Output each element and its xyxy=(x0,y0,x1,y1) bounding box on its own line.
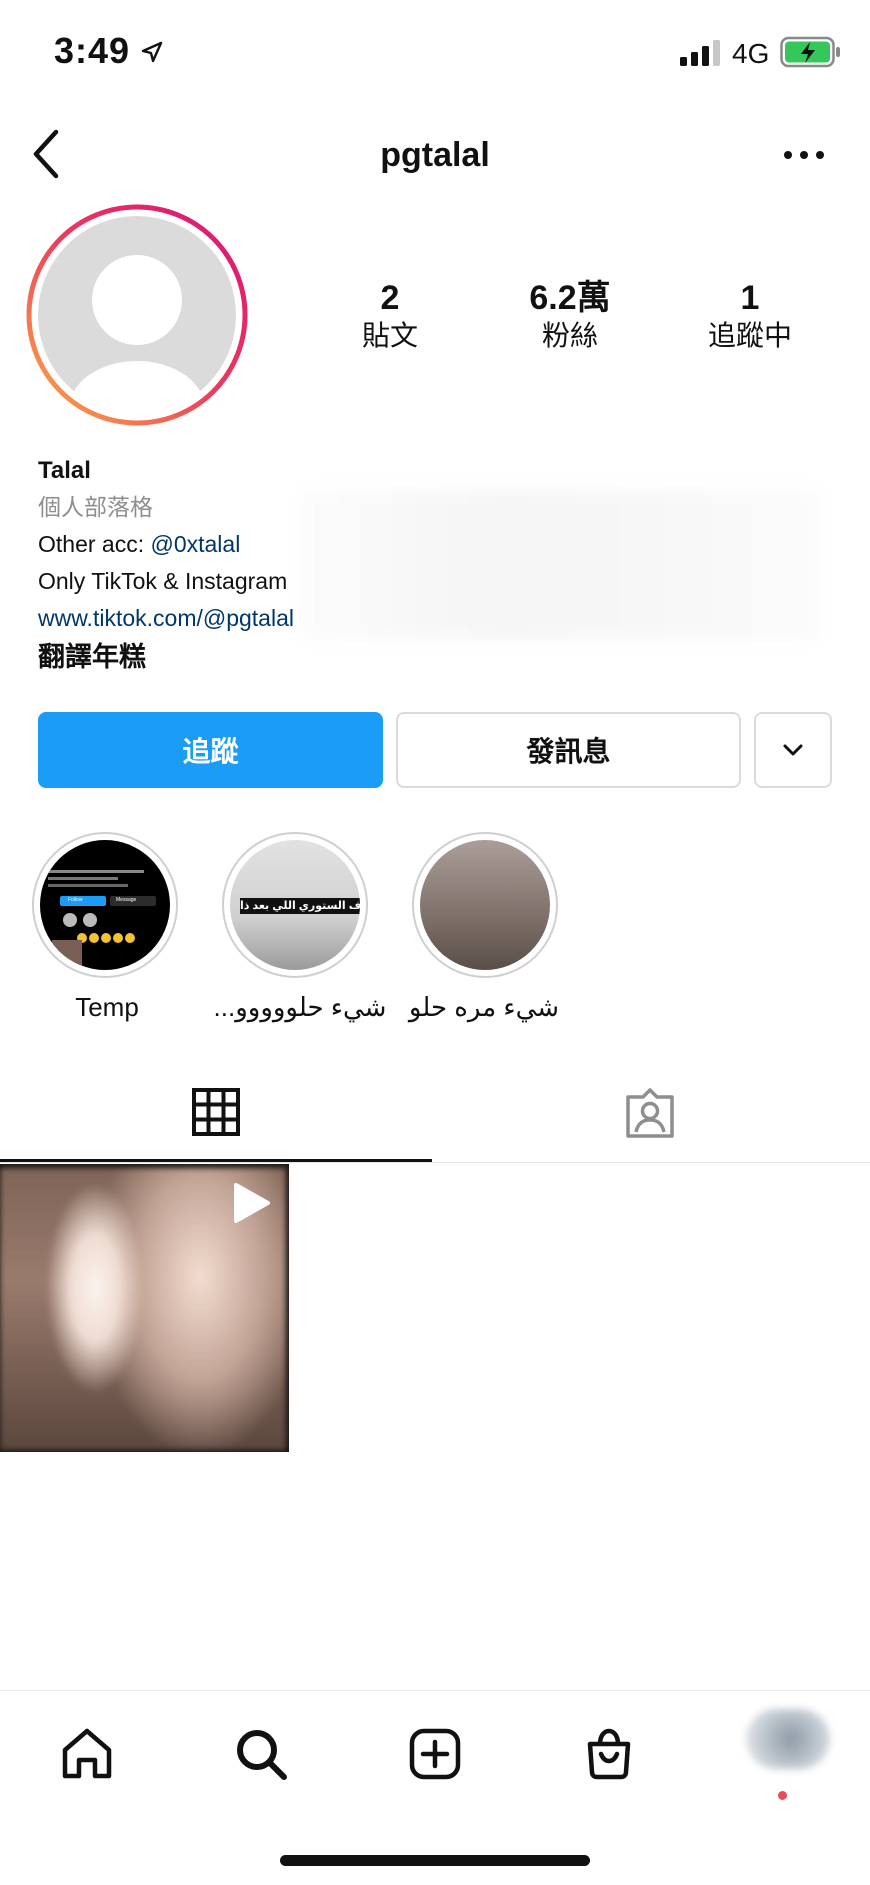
highlight-cover xyxy=(420,840,550,970)
tab-create[interactable] xyxy=(400,1719,470,1789)
signal-icon xyxy=(680,40,720,66)
notification-dot xyxy=(778,1791,787,1800)
highlight-cover: وف الستوري اللي بعد ذا xyxy=(230,840,360,970)
highlight-ring: Follow Message xyxy=(32,832,178,978)
stat-label: 粉絲 xyxy=(541,320,598,351)
tab-profile-avatar[interactable] xyxy=(746,1709,830,1769)
mention-link[interactable]: @0xtalal xyxy=(150,531,240,557)
tab-home[interactable] xyxy=(52,1719,122,1789)
tab-tagged[interactable] xyxy=(434,1064,866,1162)
home-indicator xyxy=(280,1855,590,1866)
status-bar: 3:49 4G xyxy=(0,0,870,110)
grid-icon xyxy=(192,1087,240,1136)
stat-value: 2 xyxy=(380,279,400,317)
tab-shop[interactable] xyxy=(574,1719,644,1789)
network-type: 4G xyxy=(732,38,770,69)
tagged-person-icon xyxy=(626,1088,674,1138)
add-post-icon xyxy=(409,1728,461,1780)
profile-username: pgtalal xyxy=(380,136,490,174)
chevron-down-icon xyxy=(783,744,803,756)
tab-search[interactable] xyxy=(226,1719,296,1789)
profile-content-tabs xyxy=(0,1064,870,1163)
highlight-follow-text: Follow xyxy=(68,897,83,903)
search-icon xyxy=(237,1730,287,1780)
display-name: Talal xyxy=(38,457,91,484)
home-icon xyxy=(62,1728,112,1779)
location-arrow-icon xyxy=(141,41,163,63)
post-thumbnail[interactable] xyxy=(0,1164,289,1452)
highlight-message-text: Message xyxy=(116,897,137,903)
more-options-icon[interactable] xyxy=(782,140,826,170)
stat-label: 追蹤中 xyxy=(707,320,792,351)
tab-posts-grid[interactable] xyxy=(0,1064,432,1162)
translate-bio-link[interactable]: 翻譯年糕 xyxy=(38,639,838,676)
highlight-ring: وف الستوري اللي بعد ذا xyxy=(222,832,368,978)
highlight-label: ...شيء حلووووو xyxy=(213,992,387,1022)
message-button[interactable]: 發訊息 xyxy=(396,712,741,788)
stat-value: 6.2萬 xyxy=(529,279,611,317)
stat-label: 貼文 xyxy=(361,320,418,351)
bio-other-account: Other acc: @0xtalal xyxy=(38,526,838,563)
highlight-overlay-text: وف الستوري اللي بعد ذا xyxy=(240,898,360,914)
website-link[interactable]: www.tiktok.com/@pgtalal xyxy=(38,600,838,637)
story-highlight[interactable]: وف الستوري اللي بعد ذا ...شيء حلووووو xyxy=(214,832,386,1023)
stat-value: 1 xyxy=(740,279,760,317)
story-highlight[interactable]: Follow Message Temp xyxy=(32,832,182,1023)
reel-play-icon xyxy=(234,1183,270,1223)
bio-text: Only TikTok & Instagram xyxy=(38,568,288,594)
profile-nav-bar: pgtalal xyxy=(0,110,870,200)
follow-button[interactable]: 追蹤 xyxy=(38,712,383,788)
highlight-label: شيء مره حلو xyxy=(408,992,560,1022)
highlight-ring xyxy=(412,832,558,978)
story-highlight[interactable]: شيء مره حلو xyxy=(409,832,562,1023)
highlight-cover-image xyxy=(48,870,156,970)
bio-other-prefix: Other acc: xyxy=(38,531,151,557)
posts-count[interactable]: 2 貼文 xyxy=(300,278,480,354)
bottom-tab-bar xyxy=(0,1690,870,1885)
profile-category: 個人部落格 xyxy=(38,494,153,520)
highlight-label: Temp xyxy=(75,992,139,1022)
profile-bio: Talal 個人部落格 Other acc: @0xtalal Only Tik… xyxy=(38,452,838,676)
followers-count[interactable]: 6.2萬 粉絲 xyxy=(480,278,660,354)
suggested-accounts-button[interactable] xyxy=(754,712,832,788)
status-time: 3:49 xyxy=(54,30,131,71)
following-count[interactable]: 1 追蹤中 xyxy=(660,278,840,354)
profile-stats: 2 貼文 6.2萬 粉絲 1 追蹤中 xyxy=(300,278,840,358)
profile-avatar[interactable] xyxy=(26,204,248,426)
battery-charging-icon xyxy=(780,36,840,68)
highlight-cover: Follow Message xyxy=(40,840,170,970)
shopping-bag-icon xyxy=(587,1728,631,1780)
